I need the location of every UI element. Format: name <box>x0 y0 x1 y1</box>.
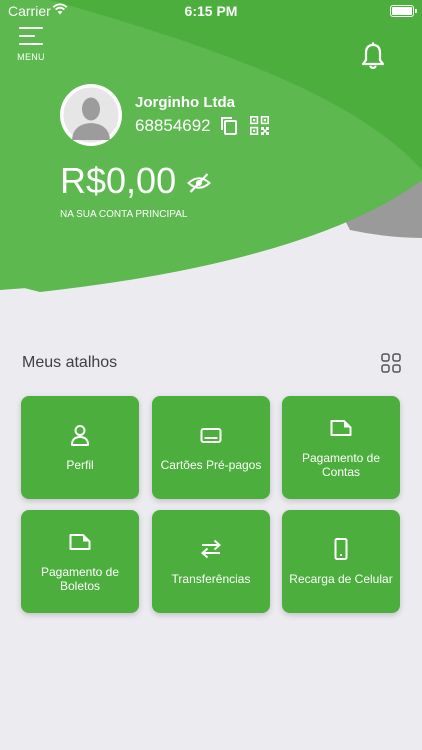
shortcut-pagamento-de-contas[interactable]: Pagamento de Contas <box>282 396 400 499</box>
shortcut-label: Pagamento de Contas <box>301 450 381 479</box>
balance-caption: NA SUA CONTA PRINCIPAL <box>60 209 188 220</box>
account-number: 68854692 <box>135 116 211 135</box>
shortcut-label: Cartões Pré-pagos <box>160 457 262 472</box>
copy-icon[interactable] <box>220 116 238 136</box>
hide-balance-eye-icon[interactable] <box>187 172 211 194</box>
shortcut-cartoes-pre-pagos[interactable]: Cartões Pré-pagos <box>152 396 270 499</box>
shortcut-perfil[interactable]: Perfil <box>21 396 139 499</box>
status-bar: Carrier 6:15 PM <box>0 0 422 22</box>
document-icon <box>69 533 91 550</box>
battery-icon <box>390 5 417 17</box>
mobile-phone-icon <box>334 537 348 560</box>
header-background <box>0 0 422 300</box>
shortcut-recarga-de-celular[interactable]: Recarga de Celular <box>282 510 400 613</box>
person-icon <box>71 424 89 446</box>
menu-label: MENU <box>17 52 45 62</box>
hamburger-icon <box>19 27 43 45</box>
shortcut-label: Recarga de Celular <box>289 571 393 586</box>
shortcut-transferencias[interactable]: Transferências <box>152 510 270 613</box>
qr-code-icon[interactable] <box>250 116 269 135</box>
shortcut-label: Transferências <box>171 571 251 586</box>
edit-shortcuts-grid-icon[interactable] <box>381 353 401 373</box>
notification-bell-icon[interactable] <box>360 42 386 70</box>
shortcuts-title: Meus atalhos <box>22 354 118 371</box>
clock: 6:15 PM <box>184 3 238 19</box>
shortcut-label: Pagamento de Boletos <box>40 564 120 593</box>
transfer-arrows-icon <box>201 539 221 558</box>
shortcut-pagamento-de-boletos[interactable]: Pagamento de Boletos <box>21 510 139 613</box>
company-name: Jorginho Ltda <box>135 94 235 111</box>
avatar[interactable] <box>60 84 122 146</box>
document-icon <box>330 419 352 436</box>
card-icon <box>200 427 222 443</box>
account-balance: R$0,00 <box>60 160 177 201</box>
menu-button[interactable]: MENU <box>14 27 48 62</box>
shortcut-label: Perfil <box>66 457 94 472</box>
